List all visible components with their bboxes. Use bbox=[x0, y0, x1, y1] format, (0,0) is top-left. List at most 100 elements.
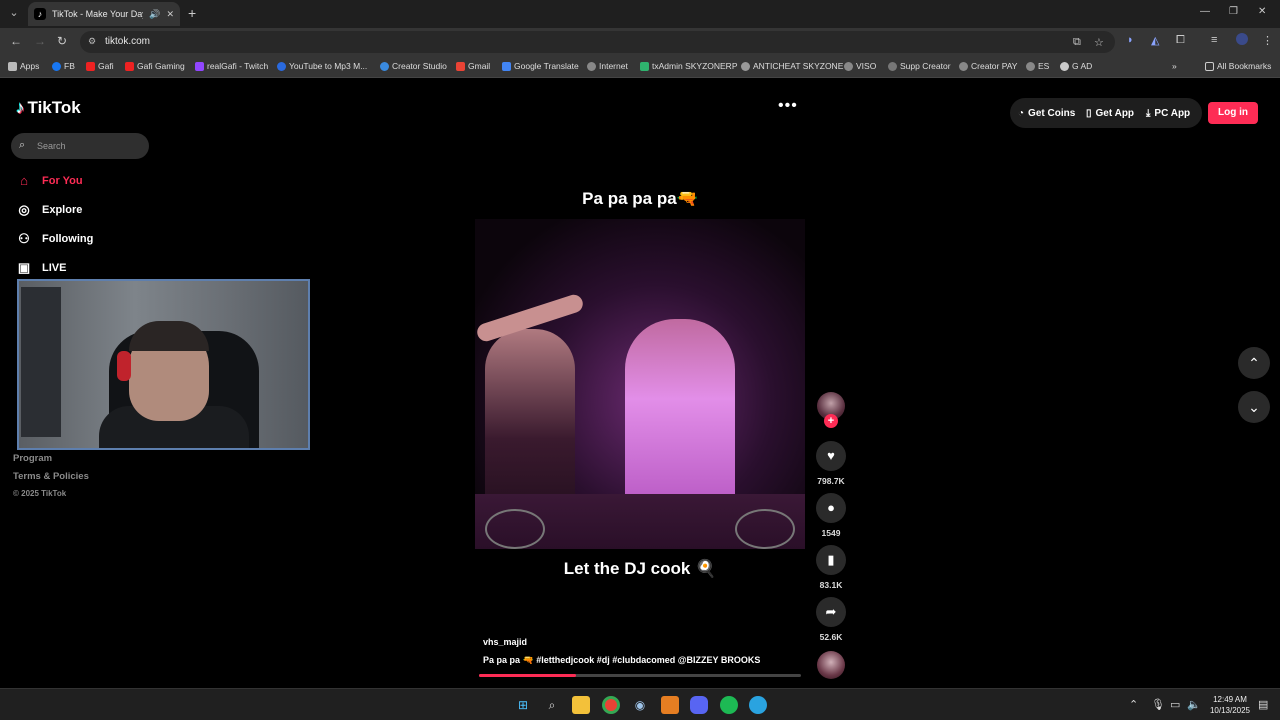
bookmark-g-ad[interactable]: G AD bbox=[1060, 61, 1092, 71]
network-icon[interactable]: ▭ bbox=[1170, 698, 1180, 711]
folder-icon bbox=[1205, 61, 1214, 71]
download-icon bbox=[277, 61, 286, 71]
address-bar[interactable]: ⚙ tiktok.com ⧉ ☆ bbox=[80, 31, 1115, 53]
chrome-menu-icon[interactable]: ⋮ bbox=[1262, 34, 1273, 47]
video-author[interactable]: vhs_majid bbox=[483, 637, 527, 647]
minimize-icon[interactable]: — bbox=[1200, 6, 1210, 17]
bookmark-youtube-mp3[interactable]: YouTube to Mp3 M... bbox=[277, 61, 367, 71]
tray-overflow-icon[interactable]: ⌃ bbox=[1129, 698, 1138, 711]
microphone-icon[interactable]: 🎙 bbox=[1151, 698, 1165, 711]
chevron-up-icon: ⌃ bbox=[1248, 355, 1260, 371]
next-video-button[interactable]: ⌄ bbox=[1238, 391, 1270, 423]
sound-avatar[interactable] bbox=[817, 651, 845, 679]
volume-icon[interactable]: 🔈 bbox=[1187, 698, 1201, 711]
footer-terms-link[interactable]: Terms & Policies bbox=[13, 471, 89, 482]
youtube-icon bbox=[125, 61, 134, 71]
gmail-icon bbox=[456, 61, 465, 71]
extensions-puzzle-icon[interactable]: ⧠ bbox=[1176, 34, 1185, 47]
share-button[interactable]: ➦ bbox=[816, 597, 846, 627]
compass-icon: ◎ bbox=[18, 202, 30, 217]
search-icon: ⌕ bbox=[19, 139, 26, 151]
more-bookmarks-icon[interactable]: » bbox=[1172, 61, 1177, 71]
bookmark-gmail[interactable]: Gmail bbox=[456, 61, 490, 71]
footer-program-link[interactable]: Program bbox=[13, 453, 52, 464]
close-window-icon[interactable]: ✕ bbox=[1258, 6, 1266, 17]
video-description: Pa pa pa 🔫 #letthedjcook #dj #clubdacome… bbox=[483, 655, 761, 665]
bookmark-anticheat[interactable]: ANTICHEAT SKYZONE bbox=[741, 61, 843, 71]
bookmark-gafi[interactable]: Gafi bbox=[86, 61, 114, 71]
more-options-icon[interactable]: ••• bbox=[778, 97, 798, 115]
nav-explore[interactable]: ◎ Explore bbox=[16, 202, 82, 218]
get-coins-button[interactable]: ◔ Get Coins bbox=[1018, 101, 1075, 125]
bookmark-twitch[interactable]: realGafi - Twitch bbox=[195, 61, 268, 71]
clock-time: 12:49 AM bbox=[1213, 695, 1247, 704]
new-tab-button[interactable]: + bbox=[188, 5, 196, 21]
bookmark-gafi-gaming[interactable]: Gafi Gaming bbox=[125, 61, 185, 71]
speaker-icon[interactable]: 🔊 bbox=[149, 9, 160, 20]
system-clock[interactable]: 12:49 AM 10/13/2025 bbox=[1206, 694, 1254, 716]
close-tab-icon[interactable]: ✕ bbox=[166, 9, 174, 20]
tab-search-icon[interactable]: ⌄ bbox=[6, 5, 22, 21]
bookmark-viso[interactable]: VISO bbox=[844, 61, 876, 71]
tiktok-logo[interactable]: ♪ TikTok bbox=[16, 98, 81, 118]
apps-grid-icon bbox=[8, 61, 17, 71]
back-icon[interactable]: ← bbox=[10, 34, 22, 48]
nav-following[interactable]: ⚇ Following bbox=[16, 231, 93, 247]
get-app-button[interactable]: ▯ Get App bbox=[1086, 101, 1134, 125]
nav-live[interactable]: ▣ LIVE bbox=[16, 260, 67, 276]
notification-icon[interactable]: ▤ bbox=[1258, 698, 1268, 711]
media-control-icon[interactable]: ≡ bbox=[1211, 34, 1217, 46]
previous-video-button[interactable]: ⌃ bbox=[1238, 347, 1270, 379]
pc-app-button[interactable]: ⤓ PC App bbox=[1146, 101, 1190, 125]
bookmark-label: VISO bbox=[856, 61, 877, 71]
file-explorer-icon[interactable] bbox=[572, 696, 590, 714]
webcam-headset bbox=[117, 351, 131, 381]
bookmark-label: Google Translate bbox=[514, 61, 579, 71]
nav-label: Following bbox=[42, 233, 94, 245]
restore-icon[interactable]: ❐ bbox=[1229, 6, 1238, 17]
bookmark-supp-creator[interactable]: Supp Creator bbox=[888, 61, 951, 71]
browser-tab[interactable]: ♪ TikTok - Make Your Day 🔊 ✕ bbox=[28, 2, 180, 26]
discord-icon[interactable] bbox=[690, 696, 708, 714]
app-icon[interactable] bbox=[661, 696, 679, 714]
bookmark-google-translate[interactable]: Google Translate bbox=[502, 61, 579, 71]
bookmark-label: Gmail bbox=[468, 61, 491, 71]
install-app-icon[interactable]: ⧉ bbox=[1073, 36, 1081, 49]
extension-icon[interactable]: ◗ bbox=[1127, 34, 1134, 46]
steam-icon[interactable]: ◉ bbox=[631, 696, 649, 714]
video-player[interactable] bbox=[475, 219, 805, 549]
spotify-icon[interactable] bbox=[720, 696, 738, 714]
bookmark-label: G AD bbox=[1072, 61, 1093, 71]
bookmark-star-icon[interactable]: ☆ bbox=[1094, 36, 1104, 49]
site-info-icon[interactable]: ⚙ bbox=[88, 36, 96, 47]
profile-avatar[interactable] bbox=[1236, 33, 1248, 45]
search-icon[interactable]: ⌕ bbox=[543, 696, 561, 714]
like-button[interactable]: ♥ bbox=[816, 441, 846, 471]
copyright: © 2025 TikTok bbox=[13, 489, 67, 498]
search-input[interactable]: ⌕ Search bbox=[11, 133, 149, 159]
bookmark-label: realGafi - Twitch bbox=[207, 61, 269, 71]
save-button[interactable]: ▮ bbox=[816, 545, 846, 575]
bookmark-txadmin[interactable]: txAdmin SKYZONERP bbox=[640, 61, 738, 71]
bookmark-fb[interactable]: FB bbox=[52, 61, 75, 71]
video-progress-bar[interactable] bbox=[479, 674, 801, 677]
forward-icon[interactable]: → bbox=[34, 34, 46, 48]
follow-plus-icon[interactable]: + bbox=[824, 414, 838, 428]
bookmark-es[interactable]: ES bbox=[1026, 61, 1049, 71]
telegram-icon[interactable] bbox=[749, 696, 767, 714]
bookmark-creator-studio[interactable]: Creator Studio bbox=[380, 61, 447, 71]
comment-button[interactable]: ● bbox=[816, 493, 846, 523]
bookmark-internet[interactable]: Internet bbox=[587, 61, 628, 71]
bookmark-creator-pay[interactable]: Creator PAY bbox=[959, 61, 1017, 71]
logo-text: TikTok bbox=[27, 98, 81, 117]
extension-icon-2[interactable]: ◭ bbox=[1151, 34, 1159, 47]
nav-for-you[interactable]: ⌂ For You bbox=[16, 173, 82, 188]
reload-icon[interactable]: ↻ bbox=[57, 34, 67, 48]
start-icon[interactable]: ⊞ bbox=[514, 696, 532, 714]
tiktok-favicon: ♪ bbox=[34, 8, 46, 20]
bookmark-label: Gafi Gaming bbox=[137, 61, 185, 71]
all-bookmarks[interactable]: All Bookmarks bbox=[1205, 61, 1271, 71]
chrome-icon[interactable] bbox=[602, 696, 620, 714]
login-button[interactable]: Log in bbox=[1208, 102, 1258, 124]
bookmark-apps[interactable]: Apps bbox=[8, 61, 39, 71]
